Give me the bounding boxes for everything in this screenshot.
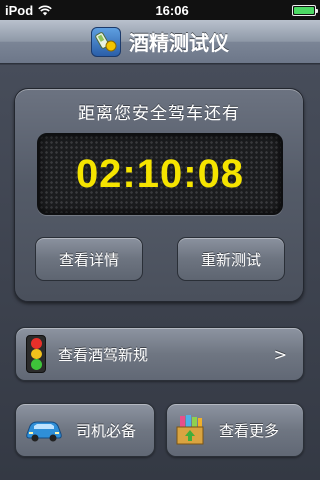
countdown-value: 02:10:08 [75,151,245,196]
status-bar: iPod 16:06 [0,0,320,20]
traffic-light-icon [26,335,46,373]
retest-button[interactable]: 重新测试 [177,237,285,281]
view-details-button[interactable]: 查看详情 [35,237,143,281]
status-time: 16:06 [155,2,189,18]
timer-panel: 距离您安全驾车还有 02:10:08 查看详情 重新测试 [14,88,304,302]
drunk-driving-rules-button[interactable]: 查看酒驾新规 > [15,327,304,381]
wifi-icon [38,5,52,15]
timer-label: 距离您安全驾车还有 [78,104,240,124]
carrier-label: iPod [5,2,34,18]
driver-button-label: 司机必备 [76,421,137,440]
gift-box-icon [176,415,204,445]
chevron-right-icon: > [273,345,287,364]
nav-bar: 酒精测试仪 [0,20,320,64]
app-logo-icon [91,26,121,57]
battery-icon [291,4,318,16]
rules-button-label: 查看酒驾新规 [58,345,149,364]
countdown-display: 02:10:08 [37,133,283,215]
more-button-label: 查看更多 [219,421,280,440]
page-title: 酒精测试仪 [129,31,229,55]
driver-essentials-button[interactable]: 司机必备 [15,403,155,457]
car-icon [26,421,62,442]
view-more-button[interactable]: 查看更多 [166,403,304,457]
